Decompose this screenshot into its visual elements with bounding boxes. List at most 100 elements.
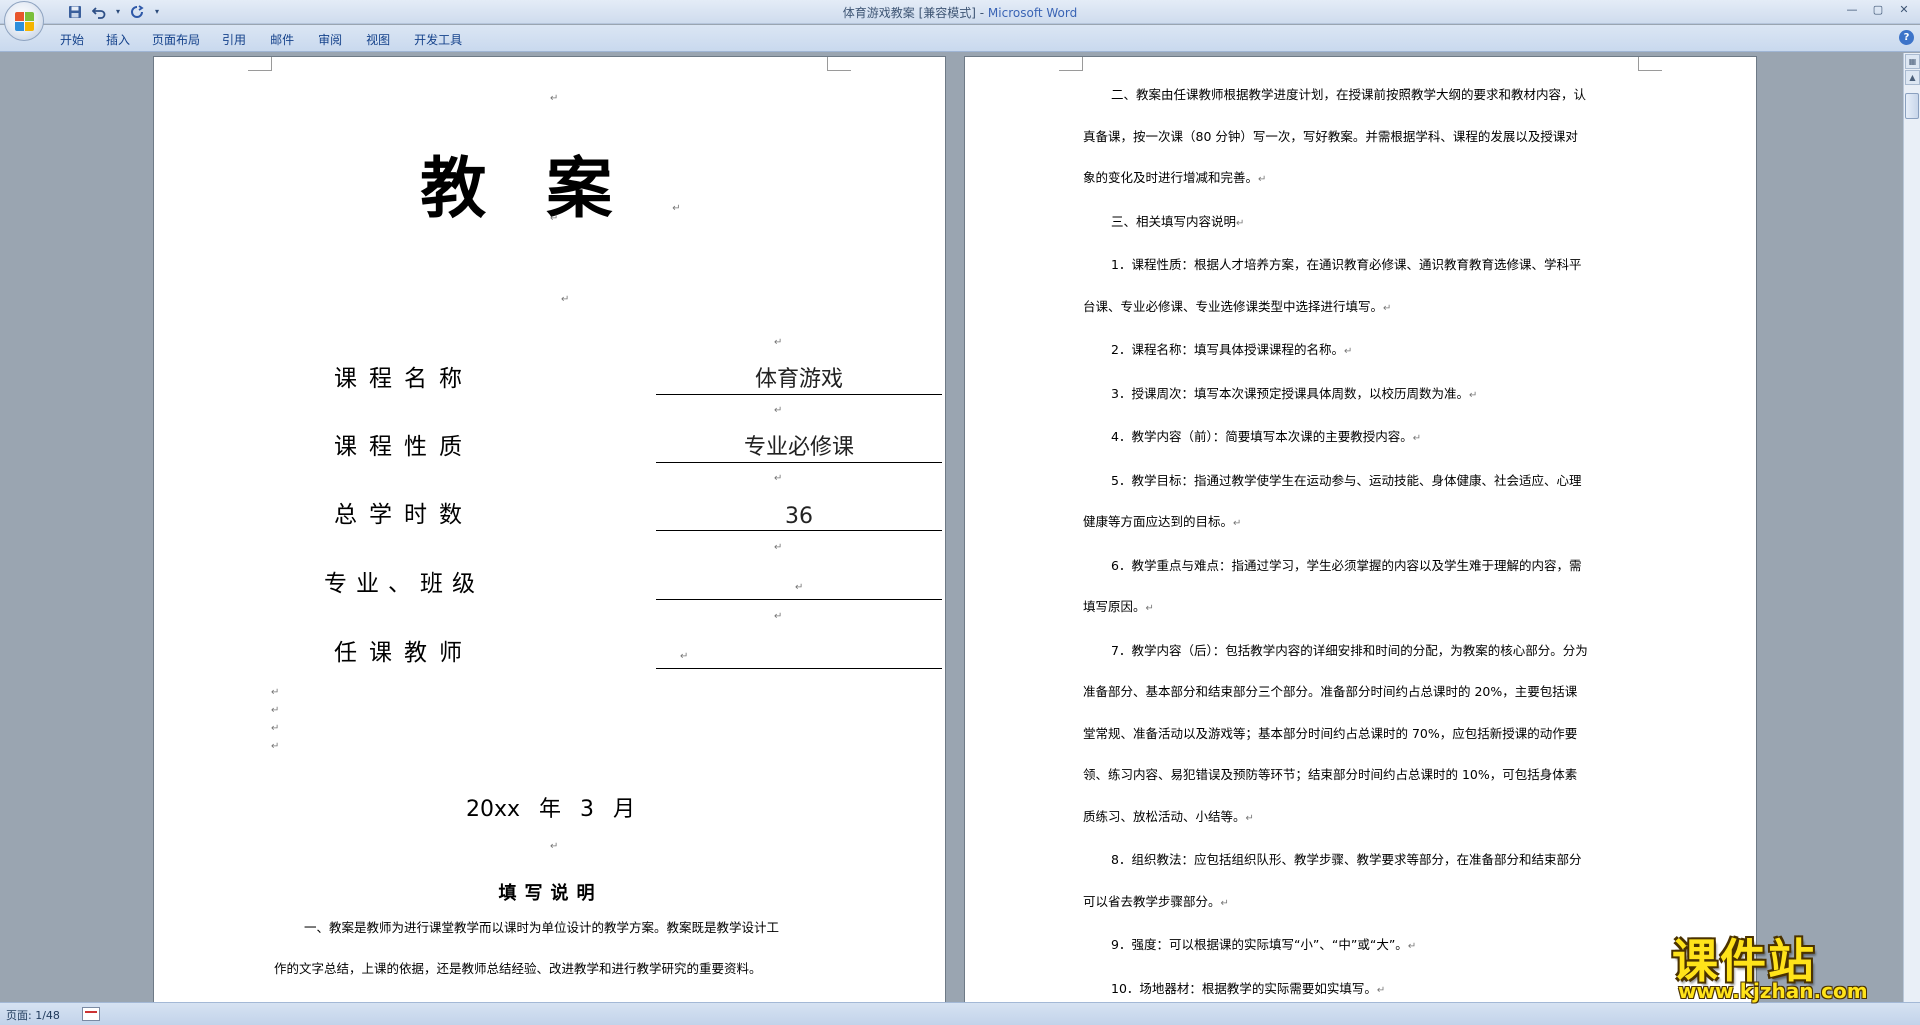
paragraph-line: 4．教学内容（前）：简要填写本次课的主要教授内容。↵ (1083, 416, 1645, 460)
office-button[interactable] (4, 1, 44, 41)
field-value[interactable]: 专业必修课 (656, 429, 942, 461)
minimize-button[interactable]: — (1840, 2, 1864, 18)
paragraph-mark: ↵ (680, 651, 689, 662)
paragraph-line: 7．教学内容（后）：包括教学内容的详细安排和时间的分配，为教案的核心部分。分为 (1083, 630, 1645, 672)
window-controls: — ▢ ✕ (1840, 2, 1916, 18)
paragraph-line-text: 健康等方面应达到的目标。 (1083, 514, 1234, 529)
document-date: 20xx 年 3 月 (154, 791, 947, 823)
document-title-text: 教案 (420, 150, 673, 227)
crop-mark (248, 57, 272, 71)
paragraph-line: 领、练习内容、易犯错误及预防等环节；结束部分时间约占总课时的 10%，可包括身体… (1083, 754, 1645, 796)
maximize-button[interactable]: ▢ (1866, 2, 1890, 18)
paragraph-line-text: 9．强度：可以根据课的实际填写“小”、“中”或“大”。 (1111, 937, 1408, 952)
paragraph-line-text: 象的变化及时进行增减和完善。 (1083, 170, 1259, 185)
paragraph-mark: ↵ (1220, 897, 1229, 909)
tab-page-layout[interactable]: 页面布局 (152, 29, 222, 50)
paragraph-mark: ↵ (1145, 603, 1154, 614)
paragraph-line-text: 2．课程名称：填写具体授课课程的名称。 (1111, 342, 1344, 357)
paragraph-mark: ↵ (1376, 984, 1386, 996)
vertical-scrollbar[interactable]: ▦ ▲ (1903, 53, 1920, 1002)
paragraph-line: 9．强度：可以根据课的实际填写“小”、“中”或“大”。↵ (1083, 924, 1645, 968)
tab-review[interactable]: 审阅 (318, 29, 366, 50)
scrollbar-thumb[interactable] (1905, 93, 1919, 119)
paragraph-mark: ↵ (550, 213, 559, 224)
watermark-logo: 课件站 www.kjzhan.com (1664, 925, 1896, 1005)
paragraph-line: 10．场地器材：根据教学的实际需要如实填写。↵ (1083, 968, 1645, 1003)
paragraph-line: 质练习、放松活动、小结等。↵ (1083, 796, 1645, 840)
window-title-app: Microsoft Word (987, 6, 1078, 20)
paragraph-line-text: 7．教学内容（后）：包括教学内容的详细安排和时间的分配，为教案的核心部分。分为 (1111, 642, 1588, 658)
tab-view[interactable]: 视图 (366, 29, 414, 50)
help-icon[interactable]: ? (1899, 30, 1914, 45)
paragraph-line: 2．课程名称：填写具体授课课程的名称。↵ (1083, 329, 1645, 373)
tab-developer[interactable]: 开发工具 (414, 29, 462, 50)
paragraph-line: 6．教学重点与难点：指通过学习，学生必须掌握的内容以及学生难于理解的内容，需 (1083, 545, 1645, 587)
paragraph-mark: ↵ (774, 337, 783, 348)
paragraph-line: 填写原因。↵ (1083, 586, 1645, 630)
paragraph-mark: ↵ (271, 705, 280, 716)
ribbon-tabs: 开始 插入 页面布局 引用 邮件 审阅 视图 开发工具 (48, 29, 462, 50)
field-course-name: 课程名称 体育游戏 (324, 359, 942, 399)
document-workspace[interactable]: ↵ 教案↵ ↵ ↵ ↵ 课程名称 体育游戏 ↵ 课程性质 专业必修课 ↵ 总学时… (0, 53, 1903, 1002)
field-course-type: 课程性质 专业必修课 (324, 427, 942, 467)
paragraph-line-text: 三、相关填写内容说明 (1111, 213, 1237, 229)
document-page-2[interactable]: 二、教案由任课教师根据教学进度计划，在授课前按照教学大纲的要求和教材内容，认真备… (964, 56, 1757, 1002)
proofing-status-icon[interactable] (82, 1007, 100, 1021)
paragraph-mark: ↵ (774, 542, 783, 553)
paragraph-line: 作的文字总结，上课的依据，还是教师总结经验、改进教学和进行教学研究的重要资料。 (274, 961, 762, 976)
paragraph-line: 8．组织教法：应包括组织队形、教学步骤、教学要求等部分，在准备部分和结束部分 (1083, 839, 1645, 881)
crop-mark (1638, 57, 1662, 71)
paragraph-mark: ↵ (1258, 174, 1267, 185)
scroll-up-arrow-icon[interactable]: ▲ (1905, 70, 1920, 85)
crop-mark (827, 57, 851, 71)
paragraph-line: 一、教案是教师为进行课堂教学而以课时为单位设计的教学方案。教案既是教学设计工 (304, 920, 780, 935)
paragraph-line-text: 4．教学内容（前）：简要填写本次课的主要教授内容。 (1111, 429, 1413, 444)
title-bar: ▾ ▾ 体育游戏教案 [兼容模式] - Microsoft Word — ▢ ✕ (0, 0, 1920, 41)
paragraph-mark: ↵ (271, 687, 280, 698)
section-heading: 填写说明 (154, 879, 947, 905)
paragraph-line: 健康等方面应达到的目标。↵ (1083, 501, 1645, 545)
paragraph-mark: ↵ (1407, 941, 1417, 952)
paragraph-mark: ↵ (774, 473, 783, 484)
paragraph-line: 二、教案由任课教师根据教学进度计划，在授课前按照教学大纲的要求和教材内容，认 (1083, 74, 1645, 116)
paragraph-line-text: 台课、专业必修课、专业选修课类型中选择进行填写。 (1083, 298, 1384, 314)
field-label: 课程性质 (334, 434, 474, 460)
tab-references[interactable]: 引用 (222, 29, 270, 50)
paragraph-mark: ↵ (1245, 812, 1254, 824)
paragraph-line: 1．课程性质：根据人才培养方案，在通识教育必修课、通识教育教育选修课、学科平 (1083, 244, 1645, 286)
paragraph-mark: ↵ (550, 93, 559, 104)
paragraph-line-text: 质练习、放松活动、小结等。 (1083, 808, 1246, 824)
tab-mailings[interactable]: 邮件 (270, 29, 318, 50)
paragraph-mark: ↵ (1236, 217, 1245, 229)
ruler-toggle-icon[interactable]: ▦ (1905, 54, 1920, 69)
paragraph-mark: ↵ (774, 611, 783, 622)
office-logo-icon (15, 12, 34, 31)
paragraph-mark: ↵ (1468, 389, 1478, 401)
tab-insert[interactable]: 插入 (106, 29, 152, 50)
crop-mark (1059, 57, 1083, 71)
tab-home[interactable]: 开始 (48, 29, 106, 50)
paragraph-line-text: 1．课程性质：根据人才培养方案，在通识教育必修课、通识教育教育选修课、学科平 (1111, 257, 1582, 272)
document-page-1[interactable]: ↵ 教案↵ ↵ ↵ ↵ 课程名称 体育游戏 ↵ 课程性质 专业必修课 ↵ 总学时… (153, 56, 946, 1002)
paragraph-mark: ↵ (561, 294, 570, 305)
paragraph-line-text: 3．授课周次：填写本次课预定授课具体周数，以校历周数为准。 (1111, 385, 1469, 401)
paragraph-mark: ↵ (1233, 518, 1242, 529)
paragraph-mark: ↵ (1383, 302, 1392, 314)
status-page-count[interactable]: 页面: 1/48 (6, 1007, 60, 1023)
paragraph-line-text: 6．教学重点与难点：指通过学习，学生必须掌握的内容以及学生难于理解的内容，需 (1111, 557, 1582, 573)
status-bar: 页面: 1/48 (0, 1002, 1920, 1025)
field-label: 任课教师 (334, 640, 474, 666)
paragraph-line-text: 堂常规、准备活动以及游戏等；基本部分时间约占总课时的 70%，应包括新授课的动作… (1083, 725, 1578, 741)
close-button[interactable]: ✕ (1892, 2, 1916, 18)
field-value[interactable]: 体育游戏 (656, 361, 942, 393)
paragraph-mark: ↵ (271, 741, 280, 752)
paragraph-line: 台课、专业必修课、专业选修课类型中选择进行填写。↵ (1083, 286, 1645, 330)
field-value[interactable]: 36 (656, 504, 942, 529)
paragraph-line-text: 8．组织教法：应包括组织队形、教学步骤、教学要求等部分，在准备部分和结束部分 (1111, 852, 1582, 867)
paragraph-line-text: 真备课，按一次课（80 分钟）写一次，写好教案。并需根据学科、课程的发展以及授课… (1083, 128, 1578, 144)
paragraph-mark: ↵ (672, 203, 681, 214)
paragraph-line: 真备课，按一次课（80 分钟）写一次，写好教案。并需根据学科、课程的发展以及授课… (1083, 116, 1645, 158)
paragraph-line-text: 可以省去教学步骤部分。 (1083, 893, 1221, 909)
field-major-class: 专业、班级 ↵ (324, 564, 942, 604)
paragraph-mark: ↵ (795, 582, 804, 593)
